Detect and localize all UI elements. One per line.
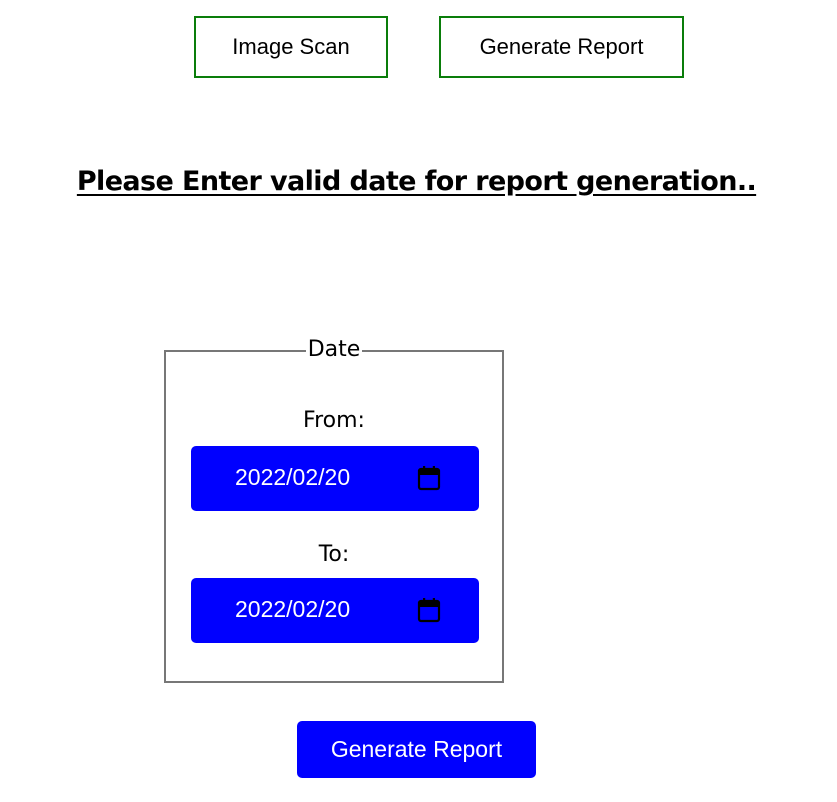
- from-date-input[interactable]: 2022/02/20: [191, 446, 479, 511]
- from-label: From:: [303, 408, 365, 433]
- date-fieldset: Date From: 2022/02/20 To: 2022/02/20: [164, 337, 504, 683]
- from-date-value[interactable]: 2022/02/20: [235, 464, 350, 491]
- to-date-input[interactable]: 2022/02/20: [191, 578, 479, 643]
- image-scan-button[interactable]: Image Scan: [194, 16, 388, 78]
- to-date-value[interactable]: 2022/02/20: [235, 596, 350, 623]
- date-legend: Date: [166, 337, 502, 362]
- calendar-icon[interactable]: [417, 465, 441, 491]
- to-label: To:: [318, 542, 350, 567]
- generate-report-submit-button[interactable]: Generate Report: [297, 721, 536, 778]
- calendar-icon[interactable]: [417, 597, 441, 623]
- validation-message: Please Enter valid date for report gener…: [76, 166, 757, 197]
- date-legend-text: Date: [305, 337, 363, 362]
- generate-report-nav-button[interactable]: Generate Report: [439, 16, 684, 78]
